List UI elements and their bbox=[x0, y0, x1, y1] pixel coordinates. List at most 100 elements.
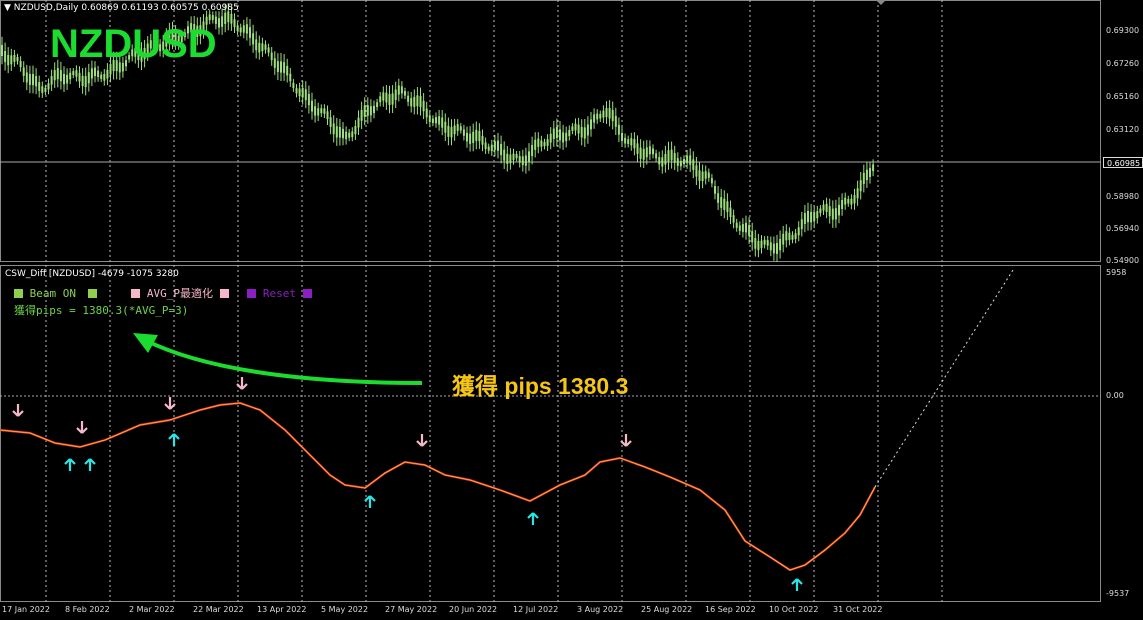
candle-body bbox=[32, 74, 34, 86]
time-axis-label: 12 Jul 2022 bbox=[513, 605, 559, 614]
reset-square-icon[interactable] bbox=[302, 289, 312, 298]
candle-body bbox=[317, 108, 320, 116]
candle-body bbox=[636, 143, 639, 154]
candle-body bbox=[717, 193, 720, 203]
candle-body bbox=[16, 57, 19, 62]
candle-body bbox=[369, 106, 372, 116]
price-axis-label: 0.56940 bbox=[1106, 224, 1140, 233]
candle-body bbox=[292, 82, 295, 88]
candle-body bbox=[521, 156, 524, 166]
collapse-triangle-icon[interactable]: ▼ bbox=[4, 3, 11, 13]
time-axis-label: 17 Jan 2022 bbox=[2, 605, 50, 614]
candle-body bbox=[258, 42, 261, 53]
candle-body bbox=[211, 15, 214, 20]
candle-body bbox=[493, 141, 496, 150]
candle-body bbox=[283, 62, 286, 73]
candle-body bbox=[645, 147, 648, 158]
symbol-title: NZDUSD bbox=[50, 22, 217, 66]
candle-body bbox=[738, 225, 741, 231]
candle-body bbox=[428, 115, 431, 123]
candle-body bbox=[304, 89, 307, 101]
candle-body bbox=[41, 86, 44, 93]
candle-body bbox=[735, 222, 738, 228]
candle-body bbox=[772, 243, 775, 254]
candle-body bbox=[831, 208, 834, 220]
candle-body bbox=[701, 171, 704, 182]
candle-body bbox=[261, 43, 264, 52]
candle-body bbox=[853, 195, 856, 204]
candle-body bbox=[506, 153, 509, 164]
candle-body bbox=[391, 93, 394, 105]
candle-body bbox=[590, 119, 592, 130]
candle-body bbox=[462, 129, 465, 136]
beam-square-icon[interactable] bbox=[14, 289, 23, 298]
indicator-name: CSW_Diff [NZDUSD] bbox=[5, 269, 95, 279]
candle-body bbox=[224, 12, 227, 24]
candle-body bbox=[487, 146, 490, 151]
candle-body bbox=[791, 234, 794, 240]
candle-body bbox=[249, 27, 251, 38]
candle-body bbox=[543, 141, 546, 147]
candle-body bbox=[72, 71, 75, 76]
avg-square-icon[interactable] bbox=[219, 289, 229, 298]
candle-body bbox=[407, 95, 410, 102]
candle-body bbox=[856, 188, 859, 199]
candle-body bbox=[4, 51, 7, 63]
candle-body bbox=[745, 222, 747, 233]
candle-body bbox=[803, 213, 806, 224]
beam-toggle[interactable]: Beam ON bbox=[30, 287, 76, 300]
candle-body bbox=[844, 197, 847, 205]
reset-square-icon[interactable] bbox=[247, 289, 257, 298]
candle-body bbox=[531, 145, 534, 157]
candle-body bbox=[769, 242, 772, 251]
reset-button[interactable]: Reset bbox=[263, 287, 296, 300]
candle-body bbox=[633, 139, 636, 149]
candle-body bbox=[503, 149, 506, 161]
candle-body bbox=[552, 128, 555, 139]
candle-body bbox=[7, 54, 10, 66]
candle-body bbox=[348, 132, 351, 138]
time-axis-label: 2 Mar 2022 bbox=[129, 605, 175, 614]
time-axis-label: 31 Oct 2022 bbox=[833, 605, 883, 614]
avg-optimize-button[interactable]: AVG_P最適化 bbox=[147, 287, 213, 300]
candle-body bbox=[218, 18, 220, 28]
candle-body bbox=[87, 72, 90, 84]
candle-body bbox=[270, 52, 273, 61]
candle-body bbox=[286, 65, 289, 76]
candle-body bbox=[847, 199, 850, 204]
candle-body bbox=[723, 198, 726, 210]
candle-body bbox=[515, 154, 518, 159]
candle-body bbox=[760, 240, 763, 248]
beam-square-icon[interactable] bbox=[87, 289, 97, 298]
candle-body bbox=[376, 102, 379, 107]
avg-square-icon[interactable] bbox=[131, 289, 141, 298]
candle-body bbox=[66, 74, 69, 84]
time-axis-label: 27 May 2022 bbox=[385, 605, 438, 614]
candle-body bbox=[38, 82, 41, 91]
candle-body bbox=[540, 140, 543, 147]
candle-body bbox=[97, 70, 100, 77]
candle-body bbox=[872, 164, 875, 172]
candle-body bbox=[239, 27, 242, 33]
price-axis-label: 0.67260 bbox=[1106, 59, 1140, 68]
price-axis-label: 0.58980 bbox=[1106, 192, 1140, 201]
shift-marker-icon bbox=[876, 0, 886, 5]
candle-body bbox=[22, 67, 25, 76]
candle-body bbox=[828, 206, 831, 217]
candle-body bbox=[447, 125, 450, 137]
candle-body bbox=[729, 207, 732, 217]
time-axis-label: 13 Apr 2022 bbox=[257, 605, 307, 614]
candle-body bbox=[53, 70, 56, 81]
symbol-timeframe: NZDUSD,Daily bbox=[13, 3, 79, 13]
candle-body bbox=[788, 232, 791, 240]
candle-body bbox=[534, 139, 537, 150]
price-header: ▼ NZDUSD,Daily 0.60869 0.61193 0.60575 0… bbox=[4, 3, 239, 14]
indicator-curve bbox=[0, 401, 876, 572]
candle-body bbox=[106, 69, 109, 79]
candle-body bbox=[518, 156, 521, 163]
candle-body bbox=[81, 75, 84, 87]
candle-body bbox=[782, 233, 785, 245]
candle-body bbox=[710, 178, 713, 184]
candle-body bbox=[648, 146, 651, 155]
candle-body bbox=[90, 68, 93, 79]
